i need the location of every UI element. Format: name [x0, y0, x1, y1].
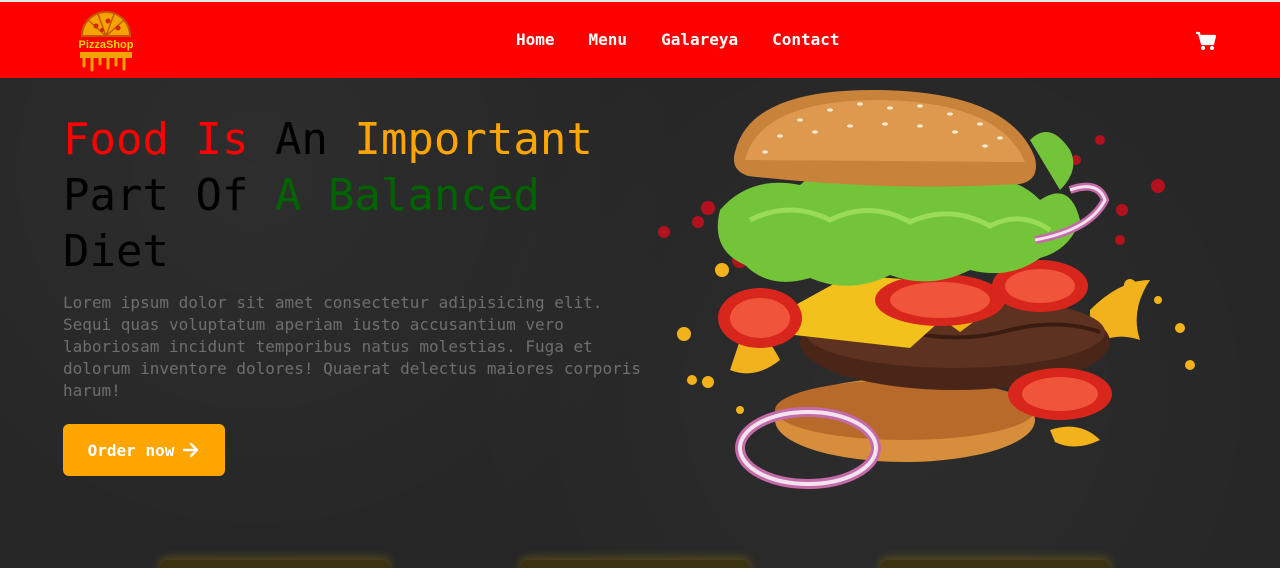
svg-text:PizzaShop: PizzaShop [78, 39, 133, 51]
site-header: PizzaShop Home Menu Galareya Contact [0, 2, 1280, 78]
hero-headline: Food Is An Important Part Of A Balanced Di… [63, 112, 663, 280]
headline-word-diet: Diet [63, 226, 169, 277]
nav-home[interactable]: Home [516, 30, 555, 49]
order-now-button[interactable]: Order now [63, 424, 225, 476]
arrow-right-icon [182, 442, 200, 458]
nav-menu[interactable]: Menu [589, 30, 628, 49]
hero-description: Lorem ipsum dolor sit amet consectetur a… [63, 293, 641, 400]
headline-word-important: Important [354, 114, 593, 165]
card-top-1 [160, 560, 390, 568]
nav-contact[interactable]: Contact [772, 30, 839, 49]
headline-word-part-of: Part Of [63, 170, 275, 221]
cart-icon[interactable] [1195, 30, 1217, 52]
page: PizzaShop Home Menu Galareya Contact Foo… [0, 0, 1280, 568]
order-now-label: Order now [87, 440, 175, 460]
card-top-2 [520, 560, 750, 568]
headline-word-a-balanced: A Balanced [274, 170, 540, 221]
pizzashop-logo[interactable]: PizzaShop [74, 8, 138, 72]
card-top-3 [880, 560, 1110, 568]
headline-word-is: Is [195, 114, 275, 165]
main-nav: Home Menu Galareya Contact [516, 30, 874, 49]
headline-word-food: Food [63, 114, 196, 165]
burger-image [650, 80, 1210, 500]
headline-word-an: An [274, 114, 355, 165]
nav-galareya[interactable]: Galareya [661, 30, 738, 49]
